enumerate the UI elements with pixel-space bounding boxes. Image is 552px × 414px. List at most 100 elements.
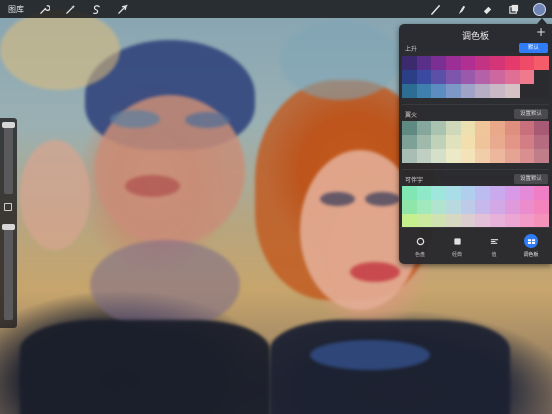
color-swatch[interactable] — [534, 70, 549, 84]
color-swatch[interactable] — [446, 84, 461, 98]
color-swatch[interactable] — [460, 186, 476, 200]
color-swatch[interactable] — [490, 214, 505, 228]
color-swatch[interactable] — [534, 121, 549, 135]
color-swatch[interactable] — [431, 186, 447, 200]
color-icon[interactable] — [533, 2, 546, 16]
tab-palettes[interactable]: 调色板 — [516, 234, 546, 258]
color-swatch[interactable] — [416, 135, 432, 149]
color-swatch[interactable] — [490, 186, 505, 200]
color-swatch[interactable] — [519, 121, 535, 135]
add-palette-button[interactable]: + — [536, 25, 546, 39]
color-swatch[interactable] — [490, 149, 505, 163]
color-swatch[interactable] — [534, 214, 549, 228]
color-swatch[interactable] — [504, 135, 520, 149]
default-palette-button[interactable]: 默认 — [518, 43, 548, 53]
color-swatch[interactable] — [519, 70, 535, 84]
color-swatch[interactable] — [431, 56, 447, 70]
color-swatch[interactable] — [446, 200, 461, 214]
color-swatch[interactable] — [416, 84, 432, 98]
color-swatch[interactable] — [504, 70, 520, 84]
color-swatch[interactable] — [431, 214, 447, 228]
color-swatch[interactable] — [416, 70, 432, 84]
palette-name[interactable]: 可伴宇 — [405, 175, 423, 184]
color-swatch[interactable] — [504, 214, 520, 228]
color-swatch[interactable] — [402, 121, 417, 135]
color-swatch[interactable] — [519, 186, 535, 200]
color-swatch[interactable] — [416, 56, 432, 70]
color-swatch[interactable] — [475, 186, 491, 200]
layers-icon[interactable] — [507, 3, 519, 15]
color-swatch[interactable] — [446, 186, 461, 200]
color-swatch[interactable] — [431, 149, 447, 163]
color-swatch[interactable] — [534, 135, 549, 149]
color-swatch[interactable] — [416, 200, 432, 214]
color-swatch[interactable] — [534, 186, 549, 200]
color-swatch[interactable] — [446, 70, 461, 84]
color-swatch[interactable] — [460, 84, 476, 98]
color-swatch[interactable] — [475, 135, 491, 149]
color-swatch[interactable] — [402, 186, 417, 200]
color-swatch[interactable] — [504, 200, 520, 214]
color-swatch[interactable] — [402, 56, 417, 70]
opacity-slider[interactable] — [4, 224, 13, 320]
color-swatch[interactable] — [519, 214, 535, 228]
color-swatch[interactable] — [416, 214, 432, 228]
tab-classic[interactable]: 经典 — [442, 234, 472, 258]
color-swatch[interactable] — [460, 149, 476, 163]
color-swatch[interactable] — [431, 121, 447, 135]
color-swatch[interactable] — [431, 200, 447, 214]
color-swatch[interactable] — [475, 56, 491, 70]
color-swatch[interactable] — [534, 200, 549, 214]
color-swatch[interactable] — [504, 56, 520, 70]
magic-wand-icon[interactable] — [64, 3, 76, 15]
color-swatch[interactable] — [460, 56, 476, 70]
color-swatch[interactable] — [460, 70, 476, 84]
selection-icon[interactable] — [90, 3, 102, 15]
color-swatch[interactable] — [446, 214, 461, 228]
color-swatch[interactable] — [460, 214, 476, 228]
color-swatch[interactable] — [402, 149, 417, 163]
set-default-button[interactable]: 设置默认 — [513, 109, 548, 119]
color-swatch[interactable] — [534, 84, 549, 98]
opacity-thumb[interactable] — [2, 224, 15, 230]
color-swatch[interactable] — [534, 149, 549, 163]
color-swatch[interactable] — [402, 135, 417, 149]
eraser-icon[interactable] — [481, 3, 493, 15]
color-swatch[interactable] — [446, 56, 461, 70]
gallery-button[interactable]: 图库 — [8, 4, 24, 15]
color-swatch[interactable] — [431, 70, 447, 84]
color-swatch[interactable] — [475, 200, 491, 214]
color-swatch[interactable] — [460, 121, 476, 135]
color-swatch[interactable] — [519, 149, 535, 163]
color-swatch[interactable] — [460, 200, 476, 214]
tab-value[interactable]: 值 — [479, 234, 509, 258]
brush-size-thumb[interactable] — [2, 122, 15, 128]
color-swatch[interactable] — [460, 135, 476, 149]
modify-button[interactable] — [4, 203, 12, 211]
tab-disc[interactable]: 色盘 — [405, 234, 435, 258]
color-swatch[interactable] — [490, 84, 505, 98]
color-swatch[interactable] — [475, 121, 491, 135]
color-swatch[interactable] — [490, 121, 505, 135]
color-swatch[interactable] — [490, 56, 505, 70]
color-swatch[interactable] — [504, 149, 520, 163]
color-swatch[interactable] — [475, 84, 491, 98]
color-swatch[interactable] — [446, 135, 461, 149]
color-swatch[interactable] — [431, 135, 447, 149]
brush-icon[interactable] — [429, 3, 441, 15]
color-swatch[interactable] — [416, 121, 432, 135]
color-swatch[interactable] — [402, 214, 417, 228]
color-swatch[interactable] — [519, 135, 535, 149]
color-swatch[interactable] — [519, 56, 535, 70]
color-swatch[interactable] — [402, 200, 417, 214]
transform-arrow-icon[interactable] — [116, 3, 128, 15]
color-swatch[interactable] — [534, 56, 549, 70]
color-swatch[interactable] — [416, 186, 432, 200]
color-swatch[interactable] — [490, 200, 505, 214]
color-swatch[interactable] — [504, 121, 520, 135]
wrench-icon[interactable] — [38, 3, 50, 15]
color-swatch[interactable] — [402, 70, 417, 84]
color-swatch[interactable] — [519, 84, 535, 98]
smudge-icon[interactable] — [455, 3, 467, 15]
set-default-button[interactable]: 设置默认 — [513, 174, 548, 184]
